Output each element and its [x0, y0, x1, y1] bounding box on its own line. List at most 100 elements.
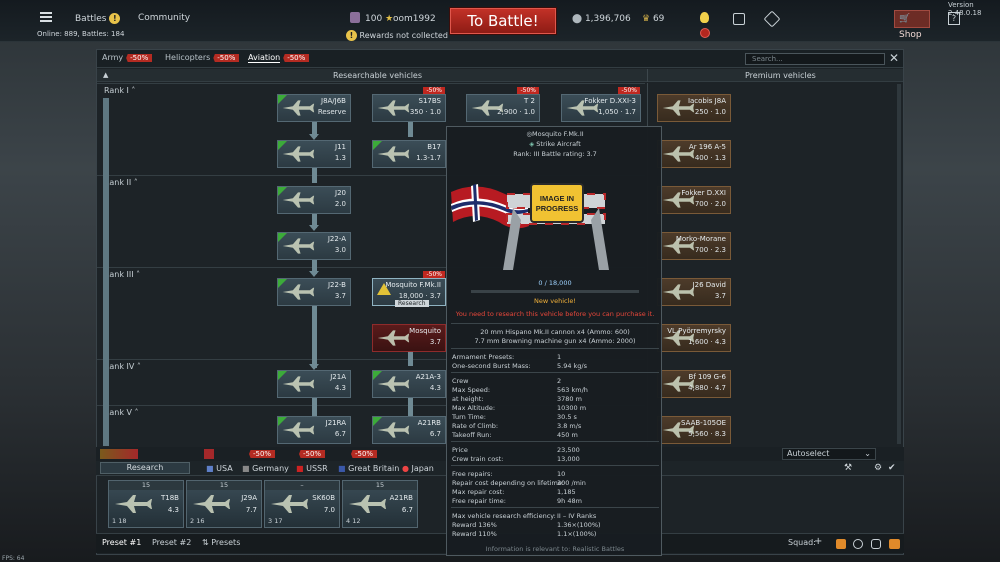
check-icon[interactable]: ✔ — [888, 463, 896, 473]
tab-helicopters[interactable]: Helicopters -50% — [165, 53, 240, 62]
plane-icon — [281, 144, 315, 164]
preset-1-tab[interactable]: Preset #1 — [102, 538, 141, 547]
battles-menu[interactable]: Battles ! — [75, 13, 121, 24]
nation-germany[interactable]: ■ Germany — [242, 464, 289, 473]
crew-slot[interactable]: 15 T18B 4.3 1 18 — [108, 480, 184, 528]
progress-bar — [471, 290, 639, 293]
research-note: You need to research this vehicle before… — [455, 310, 655, 318]
wrench-icon[interactable]: ⚒ — [844, 463, 852, 473]
tooltip-role: ◈ Strike Aircraft — [529, 140, 581, 148]
community-menu[interactable]: Community — [138, 13, 190, 23]
tooltip-title: ◎Mosquito F.Mk.II — [526, 130, 584, 138]
settings-icon[interactable]: ⚙ — [874, 463, 882, 473]
vehicle-card-s17bs[interactable]: -50% S17BS 350 · 1.0 — [372, 87, 446, 122]
shop-button[interactable]: 🛒 Shop — [894, 10, 930, 40]
tooltip-footer: Information is relevant to: Realistic Ba… — [485, 545, 625, 553]
nation-ussr[interactable]: ■ USSR — [296, 464, 328, 473]
discount-badge: -50% — [126, 54, 153, 62]
plane-icon — [281, 420, 315, 440]
premium-card-fokker[interactable]: Fokker D.XXI 700 · 2.0 — [657, 186, 731, 214]
premium-card-bf109[interactable]: Bf 109 G-6 4,880 · 4.7 — [657, 370, 731, 398]
stat-value: 1.36×(100%) — [557, 521, 601, 529]
stat-label: Turn Time: — [452, 413, 486, 421]
tab-army[interactable]: Army -50% — [102, 53, 153, 62]
crew-icon: ♛ — [642, 14, 651, 24]
vehicle-card-t2[interactable]: -50% T 2 2,900 · 1.0 — [466, 87, 540, 122]
battles-label: Battles — [75, 14, 107, 24]
chat-icon[interactable] — [871, 539, 881, 549]
vehicle-card-j21a[interactable]: J21A 4.3 — [277, 370, 351, 398]
vehicle-card-fokker-dxxi3[interactable]: -50% Fokker D.XXI-3 1,050 · 1.7 — [561, 87, 641, 122]
vehicle-tooltip: ◎Mosquito F.Mk.II ◈ Strike Aircraft Rank… — [446, 126, 662, 556]
plane-icon — [347, 493, 387, 515]
plane-icon — [281, 374, 315, 394]
premium-card-ar196[interactable]: Ar 196 A-5 400 · 1.3 — [657, 140, 731, 168]
plane-icon — [376, 144, 410, 164]
vehicle-card-j22a[interactable]: J22-A 3.0 — [277, 232, 351, 260]
plane-icon — [376, 374, 410, 394]
nation-usa[interactable]: ■ USA — [206, 464, 233, 473]
squad-icon[interactable] — [836, 539, 846, 549]
rewards-notice[interactable]: ! Rewards not collected — [346, 30, 448, 41]
vehicle-card-j11[interactable]: J11 1.3 — [277, 140, 351, 168]
weapon-line: 7.7 mm Browning machine gun x4 (Ammo: 20… — [474, 337, 636, 345]
vehicle-card-a21a3[interactable]: A21A-3 4.3 — [372, 370, 446, 398]
stat-label: Max Speed: — [452, 386, 491, 394]
preset-2-tab[interactable]: Preset #2 — [152, 538, 191, 547]
lightbulb-icon[interactable] — [700, 12, 709, 23]
mail-icon[interactable] — [889, 539, 900, 549]
online-stats: Online: 889, Battles: 184 — [37, 30, 125, 38]
research-tab[interactable]: Research — [100, 462, 190, 474]
alert-icon[interactable] — [700, 28, 710, 38]
vehicle-card-j21ra[interactable]: J21RA 6.7 — [277, 416, 351, 444]
shop-label: Shop — [899, 30, 922, 40]
premium-card-morko[interactable]: Morko-Morane 700 · 2.3 — [657, 232, 731, 260]
menu-icon[interactable] — [40, 12, 52, 22]
rank-label: Rank III ˄ — [104, 270, 141, 279]
nation-great-britain[interactable]: ■ Great Britain — [338, 464, 399, 473]
premium-card-j26[interactable]: J26 David 3.7 — [657, 278, 731, 306]
research-button[interactable]: Research — [395, 300, 429, 307]
collapse-icon[interactable]: ▲ — [103, 71, 108, 79]
tree-link — [408, 121, 413, 137]
crew-slot[interactable]: 15 J29A 7.7 2 16 — [186, 480, 262, 528]
plane-icon — [281, 98, 315, 118]
discount-badge: -50% — [517, 87, 539, 94]
stat-value: 1.1×(100%) — [557, 530, 597, 538]
search-input[interactable]: Search... — [745, 53, 885, 65]
nation-japan[interactable]: ● Japan — [402, 464, 434, 473]
autoselect-dropdown[interactable]: Autoselect ⌄ — [782, 448, 876, 460]
stat-value: 1,185 — [557, 488, 576, 496]
close-icon[interactable]: ✕ — [889, 51, 899, 65]
vehicle-card-mosquito[interactable]: Mosquito 3.7 — [372, 324, 446, 352]
discount-badge: -50% — [618, 87, 640, 94]
vehicle-card-j8a[interactable]: J8A/J6B Reserve — [277, 94, 351, 122]
crew-slot[interactable]: – SK60B 7.0 3 17 — [264, 480, 340, 528]
tab-aviation[interactable]: Aviation -50% — [248, 53, 310, 63]
stat-label: Armament Presets: — [452, 353, 515, 361]
weapon-line: 20 mm Hispano Mk.II cannon x4 (Ammo: 600… — [480, 328, 630, 336]
vehicle-card-mosquito-fmk2[interactable]: -50% Mosquito F.Mk.II 18,000 · 3.7 Research — [372, 271, 446, 307]
avatar[interactable] — [350, 12, 360, 23]
to-battle-button[interactable]: To Battle! — [450, 8, 556, 34]
scrollbar[interactable] — [897, 84, 901, 444]
username[interactable]: oom1992 — [393, 14, 436, 24]
presets-button[interactable]: ⇅ Presets — [202, 538, 240, 547]
premium-card-saab[interactable]: SAAB-105OE 5,560 · 8.3 — [657, 416, 731, 444]
contacts-icon[interactable] — [853, 539, 863, 549]
stat-value: 1 — [557, 353, 562, 361]
discount-badge: -50% — [246, 449, 276, 458]
premium-card-iacobis[interactable]: Iacobis J8A 250 · 1.0 — [657, 94, 731, 122]
achievements-icon[interactable] — [733, 13, 745, 25]
stat-value: 300 /min — [557, 479, 586, 487]
coupon-icon[interactable] — [763, 10, 781, 28]
stat-label: Rate of Climb: — [452, 422, 499, 430]
arrow-icon — [309, 225, 319, 231]
vehicle-card-a21rb[interactable]: A21RB 6.7 — [372, 416, 446, 444]
vehicle-card-j22b[interactable]: J22-B 3.7 — [277, 278, 351, 306]
vehicle-card-b17[interactable]: B17 1.3-1.7 — [372, 140, 446, 168]
crew-slot[interactable]: 15 A21RB 6.7 4 12 — [342, 480, 418, 528]
add-icon[interactable]: + — [814, 536, 822, 547]
vehicle-card-j20[interactable]: J20 2.0 — [277, 186, 351, 214]
premium-card-vl[interactable]: VL Pyörremyrsky 1,600 · 4.3 — [657, 324, 731, 352]
